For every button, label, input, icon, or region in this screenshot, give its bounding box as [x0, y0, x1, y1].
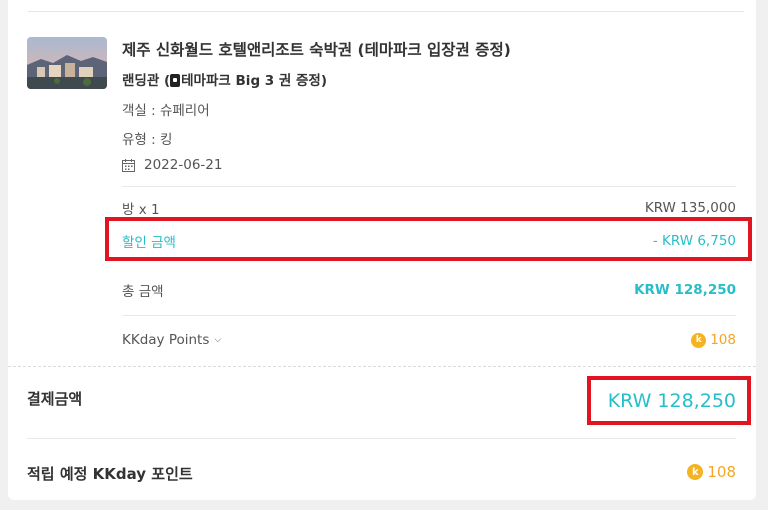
earn-points-label: 적립 예정 KKday 포인트	[27, 465, 193, 483]
divider	[27, 438, 736, 439]
kkday-coin-icon: k	[691, 332, 707, 348]
section-divider	[8, 366, 756, 367]
calendar-icon	[122, 158, 135, 172]
date-row: 2022-06-21	[122, 157, 222, 173]
gift-icon	[170, 74, 181, 87]
earn-points-value: 108	[707, 463, 736, 481]
package-name-suffix: 테마파크 Big 3 권 증정)	[181, 73, 328, 89]
highlight-box-discount	[105, 217, 752, 261]
kkday-points-label: KKday Points	[122, 332, 210, 348]
product-thumbnail	[27, 37, 107, 89]
chevron-down-icon: ⌵	[214, 335, 222, 345]
room-qty-label: 방 x 1	[122, 202, 160, 218]
room-spec: 객실 : 슈페리어	[122, 103, 210, 119]
total-label: 총 금액	[122, 284, 164, 300]
points-row: KKday Points ⌵ k 108	[122, 332, 736, 348]
package-name-prefix: 랜딩관 (	[122, 73, 171, 89]
travel-date: 2022-06-21	[144, 157, 223, 173]
kkday-points-toggle[interactable]: KKday Points ⌵	[122, 332, 221, 348]
kkday-coin-icon: k	[687, 464, 704, 480]
divider	[28, 11, 744, 12]
points-value: 108	[710, 332, 736, 348]
total-amount: KRW 128,250	[634, 282, 736, 298]
room-amount: KRW 135,000	[644, 200, 736, 216]
divider	[122, 186, 736, 187]
divider	[122, 315, 736, 316]
payment-label: 결제금액	[27, 390, 83, 408]
package-name: 랜딩관 ( 테마파크 Big 3 권 증정)	[122, 69, 327, 89]
type-spec: 유형 : 킹	[122, 132, 173, 148]
total-row: 총 금액 KRW 128,250	[122, 280, 736, 300]
points-value-wrap: k 108	[691, 332, 736, 348]
product-title: 제주 신화월드 호텔앤리조트 숙박권 (테마파크 입장권 증정)	[122, 41, 511, 59]
room-price-row: 방 x 1 KRW 135,000	[122, 198, 736, 218]
highlight-box-payment	[587, 376, 751, 425]
earn-points-wrap: k 108	[687, 463, 736, 481]
